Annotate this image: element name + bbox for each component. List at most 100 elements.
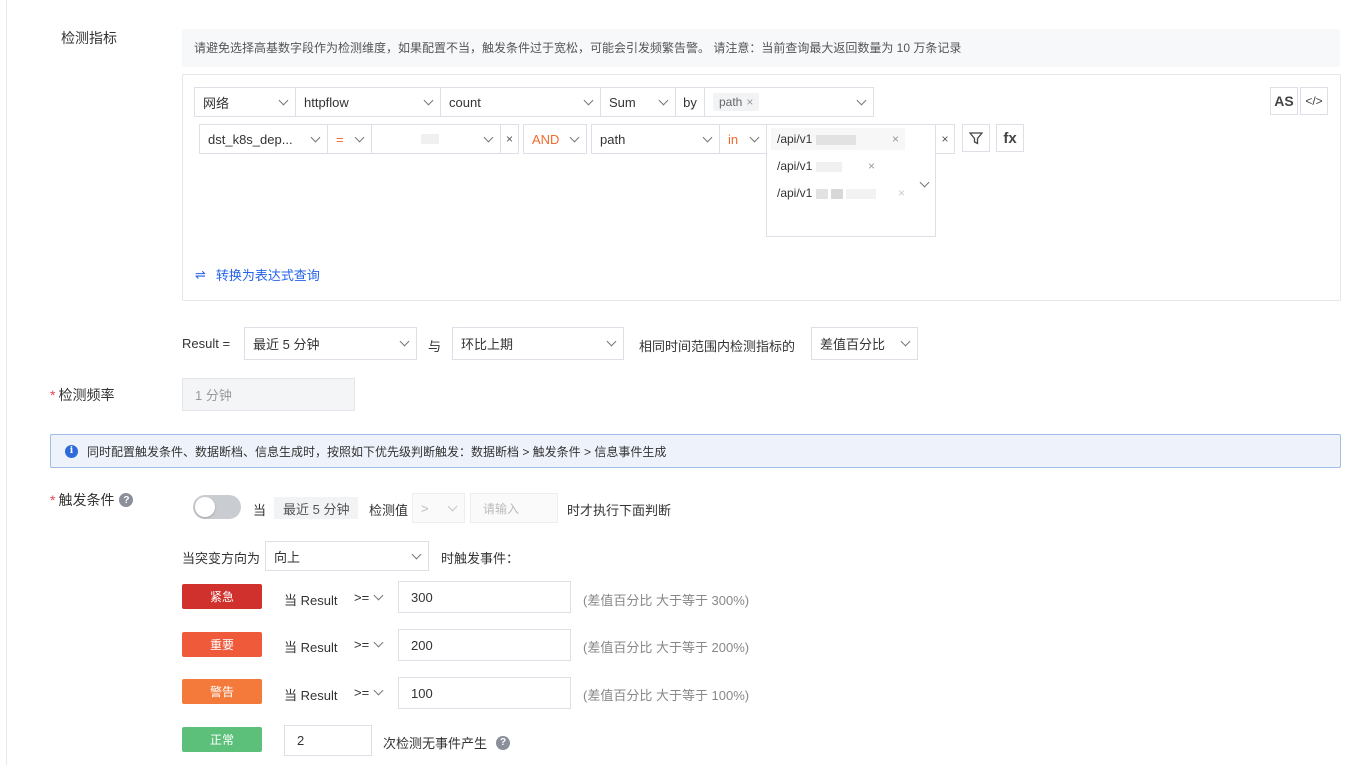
result-prefix: Result = bbox=[182, 336, 231, 351]
help-icon[interactable]: ? bbox=[496, 735, 511, 750]
filter-value-select[interactable] bbox=[371, 124, 501, 154]
filter2-key-select[interactable]: path bbox=[591, 124, 720, 154]
frequency-input[interactable]: 1 分钟 bbox=[182, 378, 355, 411]
pre-check-op-select[interactable]: > bbox=[412, 493, 465, 523]
function-button[interactable]: fx bbox=[996, 124, 1024, 152]
chevron-down-icon bbox=[373, 590, 384, 601]
level-op-select[interactable]: >= bbox=[354, 637, 384, 652]
when-text: 当 bbox=[253, 503, 267, 518]
level-threshold-input[interactable]: 100 bbox=[398, 677, 571, 709]
required-asterisk: * bbox=[50, 492, 56, 508]
priority-info-banner: i 同时配置触发条件、数据断档、信息生成时，按照如下优先级判断触发：数据断档 >… bbox=[50, 434, 1341, 468]
frequency-label: * 检测频率 bbox=[50, 387, 115, 403]
filter-button[interactable] bbox=[962, 124, 990, 152]
code-view-button[interactable]: </> bbox=[1300, 87, 1328, 115]
alias-as-button[interactable]: AS bbox=[1270, 87, 1298, 115]
level-op-select[interactable]: >= bbox=[354, 590, 384, 605]
normal-suffix: 次检测无事件产生 ? bbox=[383, 733, 511, 752]
chevron-down-icon bbox=[310, 132, 321, 142]
toggle-knob bbox=[195, 497, 215, 517]
filter-remove-button[interactable]: × bbox=[500, 124, 519, 154]
level-condition-text: 当 Result bbox=[284, 640, 338, 655]
left-divider bbox=[6, 0, 7, 765]
close-icon[interactable]: × bbox=[868, 159, 875, 173]
chevron-down-icon bbox=[856, 95, 867, 105]
aggregation-select[interactable]: Sum bbox=[600, 87, 676, 117]
filter2-op-select[interactable]: in bbox=[719, 124, 767, 154]
metric-section-label: 检测指标 bbox=[61, 30, 117, 46]
level-hint: (差值百分比 大于等于 300%) bbox=[583, 593, 750, 608]
code-icon: </> bbox=[1305, 94, 1323, 108]
with-label: 与 bbox=[428, 339, 442, 354]
group-by-select[interactable]: path × bbox=[704, 87, 874, 117]
level-condition-text: 当 Result bbox=[284, 593, 338, 608]
level-threshold-input[interactable]: 300 bbox=[398, 581, 571, 613]
source-select[interactable]: 网络 bbox=[194, 87, 296, 117]
chevron-down-icon bbox=[411, 549, 422, 559]
normal-count-input[interactable]: 2 bbox=[284, 725, 372, 756]
close-icon: × bbox=[941, 132, 949, 146]
then-text: 时才执行下面判断 bbox=[567, 503, 672, 518]
filter2-remove-button[interactable]: × bbox=[935, 124, 955, 154]
swap-icon: ⇌ bbox=[195, 266, 206, 282]
help-icon[interactable]: ? bbox=[119, 493, 134, 507]
filter-key-select[interactable]: dst_k8s_dep... bbox=[199, 124, 328, 154]
detect-value-text: 检测值 bbox=[369, 503, 409, 518]
direction-select[interactable]: 向上 bbox=[265, 541, 429, 571]
fx-icon: fx bbox=[1003, 129, 1017, 147]
chevron-down-icon bbox=[399, 336, 410, 347]
level-badge-important: 重要 bbox=[182, 632, 262, 657]
trigger-pre-check-toggle[interactable] bbox=[193, 495, 241, 519]
level-condition-text: 当 Result bbox=[284, 688, 338, 703]
chevron-down-icon bbox=[423, 95, 434, 105]
chevron-down-icon bbox=[583, 95, 594, 105]
by-label: by bbox=[675, 87, 705, 117]
logic-select[interactable]: AND bbox=[523, 124, 587, 154]
info-icon: i bbox=[65, 444, 78, 458]
filter2-values-select[interactable]: /api/v1 × /api/v1 × /api/v1 × bbox=[766, 124, 936, 237]
chevron-down-icon bbox=[278, 95, 289, 105]
level-badge-warning: 警告 bbox=[182, 679, 262, 704]
level-hint: (差值百分比 大于等于 100%) bbox=[583, 688, 750, 703]
chevron-down-icon bbox=[658, 95, 669, 105]
level-badge-critical: 紧急 bbox=[182, 584, 262, 609]
convert-to-expression-link[interactable]: ⇌ 转换为表达式查询 bbox=[195, 265, 320, 284]
measurement-select[interactable]: httpflow bbox=[295, 87, 441, 117]
chevron-down-icon bbox=[749, 132, 760, 142]
level-threshold-input[interactable]: 200 bbox=[398, 629, 571, 661]
pre-check-value-input[interactable]: 请输入 bbox=[470, 493, 558, 523]
chevron-down-icon bbox=[483, 132, 494, 142]
compare-middle-text: 相同时间范围内检测指标的 bbox=[639, 339, 796, 354]
compare-select[interactable]: 环比上期 bbox=[452, 327, 624, 360]
chevron-down-icon bbox=[919, 177, 930, 188]
chevron-down-icon bbox=[569, 132, 580, 142]
chevron-down-icon bbox=[373, 637, 384, 648]
redacted-value bbox=[420, 134, 439, 144]
direction-suffix: 时触发事件： bbox=[441, 551, 520, 566]
value-tag[interactable]: /api/v1 × bbox=[771, 128, 905, 150]
close-icon[interactable]: × bbox=[892, 132, 899, 146]
direction-label: 当突变方向为 bbox=[182, 551, 261, 566]
close-icon[interactable]: × bbox=[898, 186, 905, 200]
value-tag[interactable]: /api/v1 × bbox=[771, 182, 911, 204]
metric-diff-select[interactable]: 差值百分比 bbox=[811, 327, 918, 360]
value-tag[interactable]: /api/v1 × bbox=[771, 155, 881, 177]
level-badge-normal: 正常 bbox=[182, 727, 262, 752]
level-hint: (差值百分比 大于等于 200%) bbox=[583, 640, 750, 655]
close-icon[interactable]: × bbox=[746, 95, 753, 109]
trigger-label: * 触发条件 ? bbox=[50, 490, 134, 510]
filter-icon bbox=[969, 132, 983, 145]
metric-notice: 请避免选择高基数字段作为检测维度，如果配置不当，触发条件过于宽松，可能会引发频繁… bbox=[182, 29, 1340, 67]
chevron-down-icon bbox=[447, 501, 458, 511]
chevron-down-icon bbox=[900, 336, 911, 347]
result-period-select[interactable]: 最近 5 分钟 bbox=[244, 327, 417, 360]
level-op-select[interactable]: >= bbox=[354, 685, 384, 700]
close-icon: × bbox=[505, 132, 513, 146]
chevron-down-icon bbox=[606, 336, 617, 347]
group-by-tag[interactable]: path × bbox=[713, 93, 760, 111]
chevron-down-icon bbox=[702, 132, 713, 142]
field-select[interactable]: count bbox=[440, 87, 601, 117]
filter-op-select[interactable]: = bbox=[327, 124, 372, 154]
chevron-down-icon bbox=[373, 685, 384, 696]
required-asterisk: * bbox=[50, 387, 56, 403]
